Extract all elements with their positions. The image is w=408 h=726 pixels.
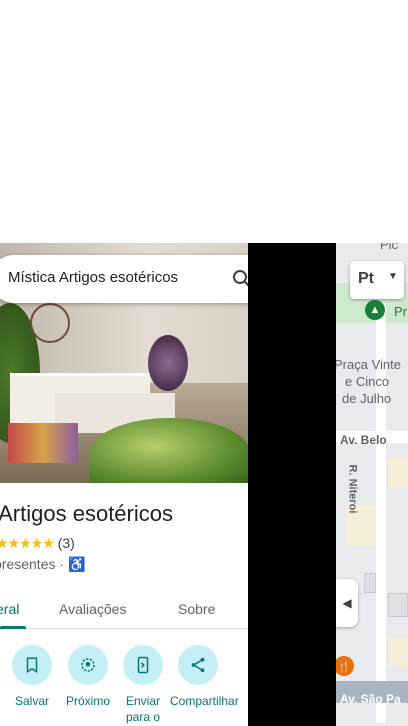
share-button[interactable]: Compartilhar <box>170 645 239 709</box>
park-pin-icon[interactable]: ▲ <box>365 300 385 320</box>
save-button[interactable]: Salvar <box>4 645 60 709</box>
map-label-av-sao-paulo: Av. São Pa <box>340 692 401 706</box>
map-label-square-3: de Julho <box>342 391 392 406</box>
place-panel: ca Artigos esotéricos ★★★★★ (3) presente… <box>0 243 248 726</box>
nearby-button[interactable]: Próximo <box>60 645 116 709</box>
tab-overview[interactable]: eral <box>0 601 19 617</box>
category-separator: · <box>59 556 65 572</box>
map-block <box>388 638 408 668</box>
blank-area <box>0 0 408 243</box>
bookmark-icon <box>12 645 52 685</box>
photo-plant-front <box>90 418 248 483</box>
map-layers-button[interactable]: Pt ▼ <box>350 261 404 299</box>
collapse-panel-button[interactable]: ◀ <box>336 579 358 627</box>
photo-decorative-plate <box>148 335 188 391</box>
star-rating-icon: ★★★★★ <box>0 535 55 551</box>
send-to-phone-icon <box>123 645 163 685</box>
place-info: ca Artigos esotéricos ★★★★★ (3) presente… <box>0 483 248 726</box>
map-building <box>364 573 376 593</box>
search-input[interactable]: Mística Artigos esotéricos <box>8 269 178 286</box>
place-title: ca Artigos esotéricos <box>0 501 173 526</box>
map-building <box>388 593 408 617</box>
map-label-square-2: e Cinco <box>345 374 390 389</box>
action-buttons: Salvar Próximo Enviar para o Compartilha… <box>0 629 248 726</box>
map-label-top: Pic <box>380 243 399 252</box>
photo-boxes <box>8 423 78 463</box>
restaurant-pin-icon[interactable]: 🍴 <box>336 656 354 676</box>
category-text: presentes <box>0 556 56 572</box>
map-label-square-1: Praça Vinte <box>336 357 401 372</box>
map-label-av-belo: Av. Belo <box>340 433 387 447</box>
panel-gap <box>248 243 336 726</box>
nearby-label: Próximo <box>65 694 110 708</box>
map-view[interactable]: Pic Pr ▲ Praça Vinte e Cinco de Julho Av… <box>336 243 408 726</box>
tab-about[interactable]: Sobre <box>178 601 215 617</box>
send-to-phone-button[interactable]: Enviar para o <box>115 645 171 725</box>
tab-reviews[interactable]: Avaliações <box>59 601 126 617</box>
map-label-niteroi: R. Niteroi <box>346 464 359 514</box>
place-category: presentes · ♿ <box>0 556 85 573</box>
layers-icon: Pt <box>358 270 374 287</box>
map-label-park: Pr <box>394 304 407 319</box>
chevron-left-icon: ◀ <box>342 596 352 610</box>
review-count: (3) <box>57 535 75 551</box>
place-rating[interactable]: ★★★★★ (3) <box>0 535 75 552</box>
share-icon <box>178 645 218 685</box>
wheelchair-icon: ♿ <box>67 556 86 572</box>
photo-dreamcatcher <box>30 303 70 343</box>
send-to-phone-label: Enviar para o <box>125 694 161 724</box>
place-tabs: eral Avaliações Sobre <box>0 589 248 629</box>
save-label: Salvar <box>14 694 49 708</box>
share-label: Compartilhar <box>170 694 239 708</box>
map-block <box>388 458 408 488</box>
chevron-down-icon: ▼ <box>388 271 398 282</box>
nearby-icon <box>68 645 108 685</box>
